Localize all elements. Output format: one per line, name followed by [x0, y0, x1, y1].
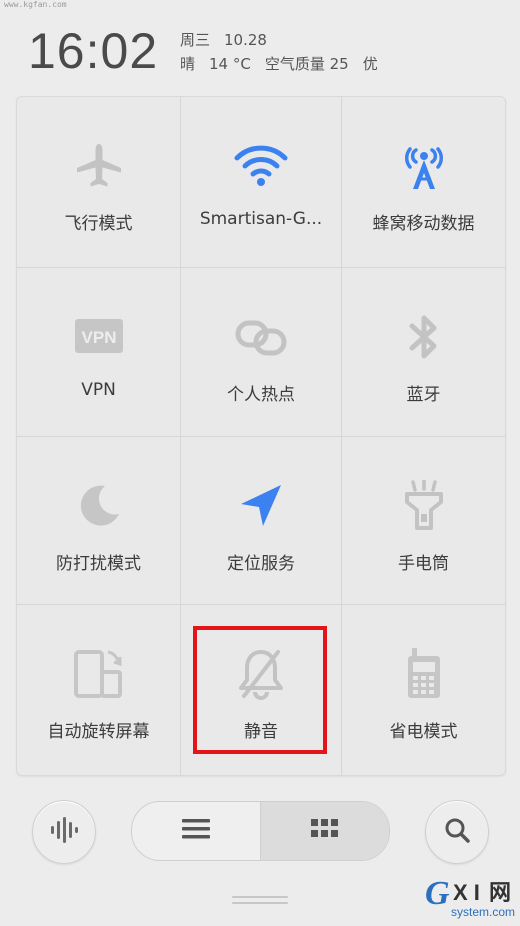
quick-settings-grid: 飞行模式 Smartisan-G... 蜂窝移动数据 VPN VPN 个人热点: [17, 97, 505, 775]
flashlight-icon: [394, 479, 454, 533]
tile-label: 蜂窝移动数据: [372, 214, 475, 234]
tile-label: 静音: [244, 722, 278, 742]
bottom-toolbar: [0, 796, 520, 866]
air-quality-label: 空气质量 25: [264, 55, 349, 73]
list-view-button[interactable]: [132, 802, 260, 860]
air-quality-level: 优: [362, 55, 378, 73]
list-icon: [182, 819, 210, 843]
tile-label: 省电模式: [389, 722, 458, 742]
voice-button[interactable]: [32, 800, 96, 864]
voice-bars-icon: [49, 817, 79, 847]
cellular-tower-icon: [394, 139, 454, 193]
tile-label: 手电筒: [398, 554, 449, 574]
tile-label: 蓝牙: [406, 385, 441, 405]
tile-location-services[interactable]: 定位服务: [181, 437, 342, 605]
location-arrow-icon: [231, 479, 291, 533]
svg-text:G: G: [425, 875, 450, 912]
grid-icon: [311, 819, 339, 843]
bluetooth-icon: [394, 310, 454, 364]
bell-off-icon: [231, 647, 291, 701]
date-weather-info: 周三 10.28 晴 14 °C 空气质量 25 优: [180, 28, 392, 76]
tile-label: 自动旋转屏幕: [47, 722, 150, 742]
view-toggle: [131, 801, 390, 861]
hotspot-icon: [231, 310, 291, 364]
weather: 晴: [180, 55, 196, 73]
svg-text:网: 网: [489, 881, 511, 906]
airplane-icon: [69, 139, 129, 193]
home-indicator[interactable]: [232, 896, 288, 908]
tile-wifi[interactable]: Smartisan-G...: [181, 97, 342, 268]
rotate-screen-icon: [69, 647, 129, 701]
status-header: 16:02 周三 10.28 晴 14 °C 空气质量 25 优: [28, 22, 498, 84]
tile-vpn[interactable]: VPN VPN: [17, 268, 181, 437]
tile-label: 防打扰模式: [56, 554, 141, 574]
tile-auto-rotate[interactable]: 自动旋转屏幕: [17, 605, 181, 775]
wifi-icon: [231, 139, 291, 193]
tile-airplane-mode[interactable]: 飞行模式: [17, 97, 181, 268]
search-icon: [444, 817, 470, 847]
tile-label: VPN: [81, 380, 116, 400]
tile-label: 飞行模式: [64, 214, 133, 234]
tile-personal-hotspot[interactable]: 个人热点: [181, 268, 342, 437]
tile-label: Smartisan-G...: [199, 209, 323, 229]
moon-icon: [69, 479, 129, 533]
svg-text:system.com: system.com: [451, 905, 515, 919]
watermark-url: www.kgfan.com: [4, 0, 67, 9]
weekday: 周三: [180, 31, 211, 49]
clock-time: 16:02: [28, 23, 159, 79]
tile-do-not-disturb[interactable]: 防打扰模式: [17, 437, 181, 605]
tile-flashlight[interactable]: 手电筒: [342, 437, 505, 605]
date: 10.28: [224, 31, 267, 49]
search-button[interactable]: [425, 800, 489, 864]
tile-power-saving[interactable]: 省电模式: [342, 605, 505, 775]
brand-watermark-logo: G X I 网 system.com: [423, 870, 518, 922]
temperature: 14 °C: [209, 55, 251, 73]
grid-view-button[interactable]: [260, 802, 389, 860]
svg-text:VPN: VPN: [81, 328, 116, 347]
tile-silent-mode[interactable]: 静音: [181, 605, 342, 775]
tile-label: 定位服务: [227, 554, 295, 574]
tile-cellular-data[interactable]: 蜂窝移动数据: [342, 97, 505, 268]
battery-phone-icon: [394, 647, 454, 701]
svg-text:X I: X I: [453, 880, 480, 905]
tile-bluetooth[interactable]: 蓝牙: [342, 268, 505, 437]
tile-label: 个人热点: [227, 385, 295, 405]
vpn-icon: VPN: [69, 310, 129, 364]
quick-settings-panel: 飞行模式 Smartisan-G... 蜂窝移动数据 VPN VPN 个人热点: [16, 96, 506, 776]
